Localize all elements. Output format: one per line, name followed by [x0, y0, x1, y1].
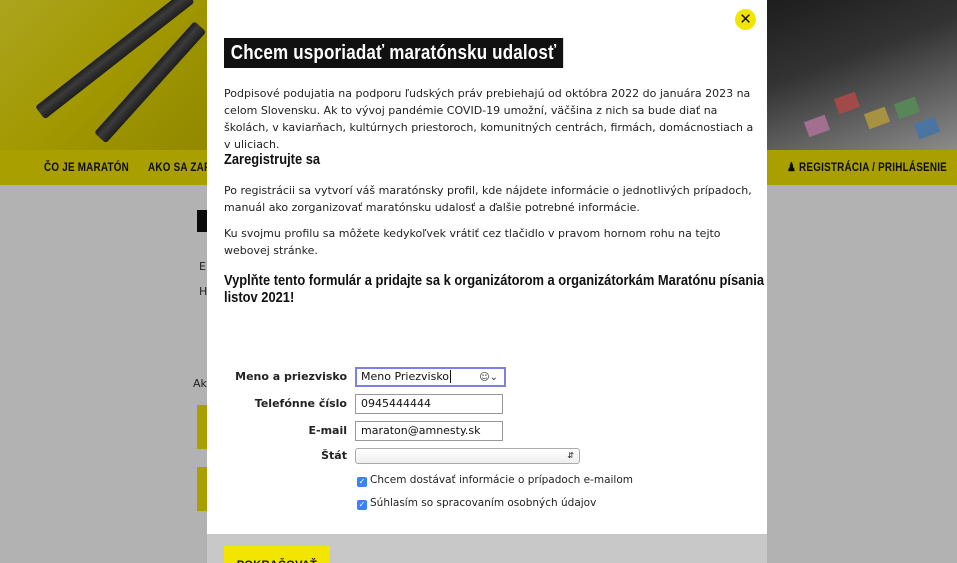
- name-input[interactable]: Meno Priezvisko ☺⌄: [355, 367, 506, 387]
- consent-label: Súhlasím so spracovaním osobných údajov: [370, 497, 597, 509]
- intro-paragraph: Podpisové podujatia na podporu ľudských …: [224, 87, 754, 151]
- form-heading-line-1: Vyplňte tento formulár a pridajte sa k o…: [224, 272, 764, 289]
- email-input[interactable]: maraton@amnesty.sk: [355, 421, 503, 441]
- newsletter-checkbox[interactable]: ✓: [357, 477, 367, 487]
- phone-label: Telefónne číslo: [254, 397, 347, 410]
- country-select[interactable]: ⇵: [355, 448, 580, 464]
- register-paragraph-2: Ku svojmu profilu sa môžete kedykoľvek v…: [224, 227, 721, 257]
- continue-button[interactable]: POKRAČOVAŤ: [224, 546, 330, 563]
- close-icon: ✕: [739, 10, 752, 28]
- registration-modal: Chcem usporiadať maratónsku udalosť ✕ Po…: [207, 0, 767, 563]
- form-heading-line-2: listov 2021!: [224, 289, 295, 306]
- phone-input[interactable]: 0945444444: [355, 394, 503, 414]
- modal-footer: POKRAČOVAŤ: [207, 534, 767, 563]
- name-label: Meno a priezvisko: [235, 370, 347, 383]
- country-label: Štát: [321, 449, 347, 462]
- close-button[interactable]: ✕: [735, 9, 756, 30]
- select-arrows-icon: ⇵: [567, 451, 574, 460]
- name-input-value: Meno Priezvisko: [361, 370, 450, 383]
- email-label: E-mail: [308, 424, 347, 437]
- autofill-icon[interactable]: ☺⌄: [479, 370, 498, 386]
- consent-checkbox-row[interactable]: ✓ Súhlasím so spracovaním osobných údajov: [357, 495, 596, 511]
- modal-title: Chcem usporiadať maratónsku udalosť: [224, 38, 564, 68]
- register-paragraph-1: Po registrácii sa vytvorí váš maratónsky…: [224, 184, 752, 214]
- consent-checkbox[interactable]: ✓: [357, 500, 367, 510]
- form-heading: Vyplňte tento formulár a pridajte sa k o…: [224, 272, 764, 306]
- newsletter-label: Chcem dostávať informácie o prípadoch e-…: [370, 474, 633, 486]
- register-heading: Zaregistrujte sa: [224, 151, 321, 168]
- newsletter-checkbox-row[interactable]: ✓ Chcem dostávať informácie o prípadoch e…: [357, 472, 633, 488]
